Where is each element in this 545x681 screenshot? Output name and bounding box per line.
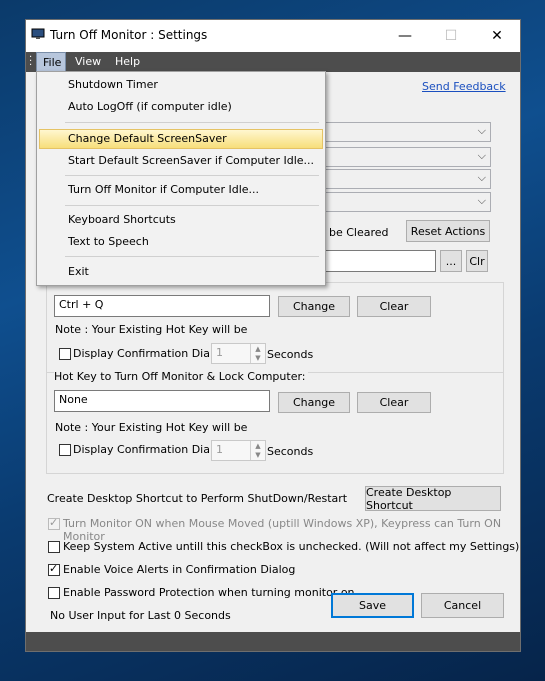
hotkey1-seconds-value: 1 [216,346,223,359]
hotkey2-change-button[interactable]: Change [278,392,350,413]
file-menu-dropdown: Shutdown Timer Auto LogOff (if computer … [36,71,326,286]
menu-separator [65,256,319,257]
menu-bar: · · · File View Help [26,52,520,72]
voice-alerts-label: Enable Voice Alerts in Confirmation Dial… [63,563,296,576]
browse-button[interactable]: ... [440,250,462,272]
menu-item-text-to-speech[interactable]: Text to Speech [68,232,149,252]
minimize-button[interactable]: — [382,20,428,52]
idle-status-text: No User Input for Last 0 Seconds [50,609,231,622]
menu-help[interactable]: Help [109,52,146,72]
close-icon: ✕ [491,28,503,44]
menu-item-exit[interactable]: Exit [68,262,89,282]
grip-icon: · · · [29,52,33,71]
password-checkbox[interactable] [48,587,60,599]
hotkey1-confirm-label: Display Confirmation Dialog [73,347,227,360]
save-button[interactable]: Save [331,593,414,618]
title-bar[interactable]: Turn Off Monitor : Settings — ☐ ✕ [26,20,520,52]
menu-item-turn-off-monitor-idle[interactable]: Turn Off Monitor if Computer Idle... [68,180,259,200]
hotkey2-seconds-value: 1 [216,443,223,456]
hotkey2-seconds-label: Seconds [267,445,314,458]
close-button[interactable]: ✕ [474,20,520,52]
chevron-down-icon: ⌵ [477,171,486,184]
maximize-icon: ☐ [444,28,458,44]
menu-item-auto-logoff[interactable]: Auto LogOff (if computer idle) [68,97,232,117]
reset-actions-button[interactable]: Reset Actions [406,220,490,242]
menu-separator [65,122,319,123]
menu-separator [65,205,319,206]
menu-file[interactable]: File [36,52,66,72]
hotkey1-seconds-spinner[interactable]: 1 ▲ ▼ [211,343,266,364]
chevron-down-icon: ⌵ [477,194,486,207]
hotkey1-seconds-label: Seconds [267,348,314,361]
window-title: Turn Off Monitor : Settings [50,28,208,42]
chevron-down-icon: ⌵ [477,124,486,137]
keep-active-label: Keep System Active untill this checkBox … [63,540,520,553]
menu-item-shutdown-timer[interactable]: Shutdown Timer [68,75,158,95]
hotkey2-clear-button[interactable]: Clear [357,392,431,413]
actions-cleared-text: be Cleared [329,226,389,239]
create-desktop-shortcut-button[interactable]: Create Desktop Shortcut [365,486,501,512]
hotkey1-note: Note : Your Existing Hot Key will be [55,323,248,336]
hotkey1-clear-button[interactable]: Clear [357,296,431,317]
status-bar [26,632,520,651]
keep-active-checkbox[interactable] [48,541,60,553]
spinner-arrows-icon[interactable]: ▲ ▼ [250,344,265,363]
settings-window: Turn Off Monitor : Settings — ☐ ✕ · · · Fi… [25,19,521,652]
hotkey2-confirm-label: Display Confirmation Dialog [73,443,227,456]
menu-separator [65,175,319,176]
menu-item-keyboard-shortcuts[interactable]: Keyboard Shortcuts [68,210,176,230]
monitor-app-icon [31,28,45,39]
clr-button[interactable]: Clr [466,250,488,272]
hotkey2-input[interactable]: None [54,390,270,412]
monitor-on-checkbox[interactable] [48,516,60,530]
menu-view[interactable]: View [69,52,107,72]
minimize-icon: — [398,28,412,44]
voice-alerts-checkbox[interactable] [48,562,60,576]
hotkey1-change-button[interactable]: Change [278,296,350,317]
hotkey1-input[interactable]: Ctrl + Q [54,295,270,317]
hotkey2-seconds-spinner[interactable]: 1 ▲ ▼ [211,440,266,461]
shortcut-text: Create Desktop Shortcut to Perform ShutD… [47,492,348,505]
chevron-down-icon: ⌵ [477,149,486,162]
menu-item-change-screensaver[interactable]: Change Default ScreenSaver [68,129,227,149]
password-label: Enable Password Protection when turning … [63,586,355,599]
cancel-button[interactable]: Cancel [421,593,504,618]
menu-item-start-screensaver[interactable]: Start Default ScreenSaver if Computer Id… [68,151,314,171]
hotkey1-confirm-checkbox[interactable] [59,348,71,360]
maximize-button[interactable]: ☐ [428,20,474,52]
spinner-arrows-icon[interactable]: ▲ ▼ [250,441,265,460]
hotkey2-note: Note : Your Existing Hot Key will be [55,421,248,434]
hotkey2-title: Hot Key to Turn Off Monitor & Lock Compu… [54,370,308,383]
hotkey2-confirm-checkbox[interactable] [59,444,71,456]
send-feedback-link[interactable]: Send Feedback [422,80,506,93]
